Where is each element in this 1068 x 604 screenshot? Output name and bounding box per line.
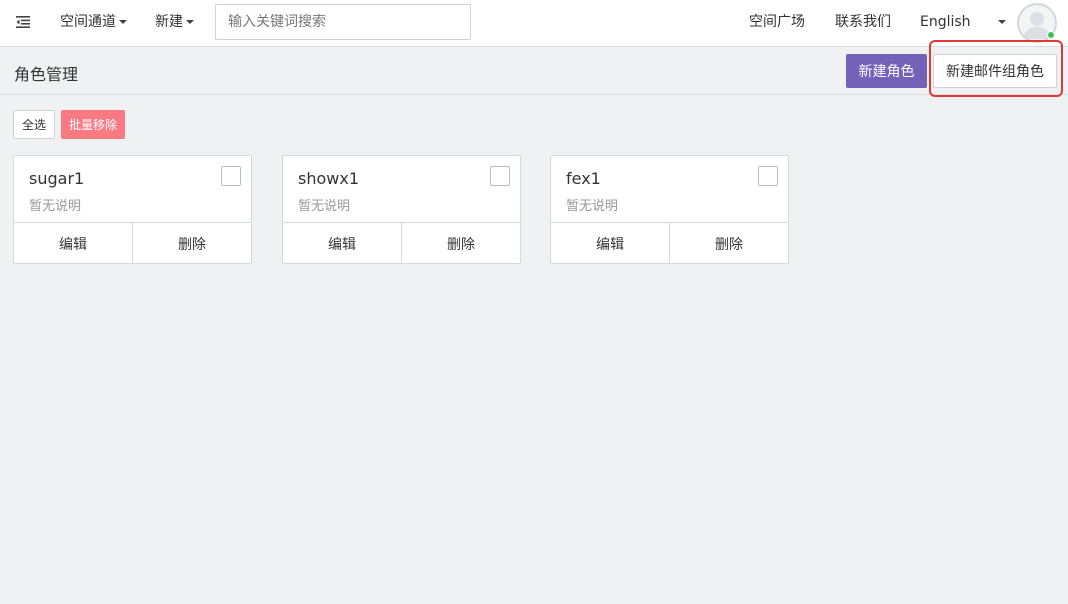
- role-card: fex1 暂无说明 编辑 删除: [550, 155, 789, 264]
- role-name: showx1: [298, 169, 359, 188]
- user-menu-chevron-down-icon[interactable]: [998, 20, 1006, 24]
- new-mail-group-role-button[interactable]: 新建邮件组角色: [933, 54, 1057, 88]
- nav-space-square[interactable]: 空间广场: [749, 13, 805, 31]
- role-select-checkbox[interactable]: [490, 166, 510, 186]
- delete-role-button[interactable]: 删除: [401, 223, 520, 264]
- nav-space-channel[interactable]: 空间通道: [60, 13, 127, 31]
- role-description: 暂无说明: [566, 199, 619, 214]
- top-navbar: 空间通道 新建 空间广场 联系我们 English: [0, 0, 1068, 47]
- role-actions: 编辑 删除: [283, 222, 520, 264]
- edit-role-button[interactable]: 编辑: [551, 223, 669, 264]
- search-input[interactable]: [215, 4, 471, 40]
- delete-role-button[interactable]: 删除: [132, 223, 251, 264]
- role-description: 暂无说明: [298, 199, 351, 214]
- role-description: 暂无说明: [29, 199, 82, 214]
- role-name: fex1: [566, 169, 601, 188]
- online-status-dot: [1047, 31, 1055, 39]
- role-actions: 编辑 删除: [14, 222, 251, 264]
- role-actions: 编辑 删除: [551, 222, 788, 264]
- role-name: sugar1: [29, 169, 85, 188]
- page-header: 角色管理 新建角色 新建邮件组角色: [0, 48, 1068, 95]
- nav-space-channel-label: 空间通道: [60, 14, 116, 30]
- role-card: sugar1 暂无说明 编辑 删除: [13, 155, 252, 264]
- role-select-checkbox[interactable]: [758, 166, 778, 186]
- page-title: 角色管理: [14, 65, 79, 84]
- edit-role-button[interactable]: 编辑: [283, 223, 401, 264]
- language-switch[interactable]: English: [920, 13, 971, 31]
- nav-new[interactable]: 新建: [155, 13, 194, 31]
- nav-contact-us[interactable]: 联系我们: [835, 13, 891, 31]
- edit-role-button[interactable]: 编辑: [14, 223, 132, 264]
- nav-new-label: 新建: [155, 14, 183, 30]
- select-all-button[interactable]: 全选: [13, 110, 55, 139]
- role-card: showx1 暂无说明 编辑 删除: [282, 155, 521, 264]
- chevron-down-icon: [186, 20, 194, 24]
- batch-remove-button[interactable]: 批量移除: [61, 110, 125, 139]
- new-role-button[interactable]: 新建角色: [846, 54, 927, 88]
- role-select-checkbox[interactable]: [221, 166, 241, 186]
- chevron-down-icon: [119, 20, 127, 24]
- delete-role-button[interactable]: 删除: [669, 223, 788, 264]
- menu-collapse-icon[interactable]: [15, 14, 31, 30]
